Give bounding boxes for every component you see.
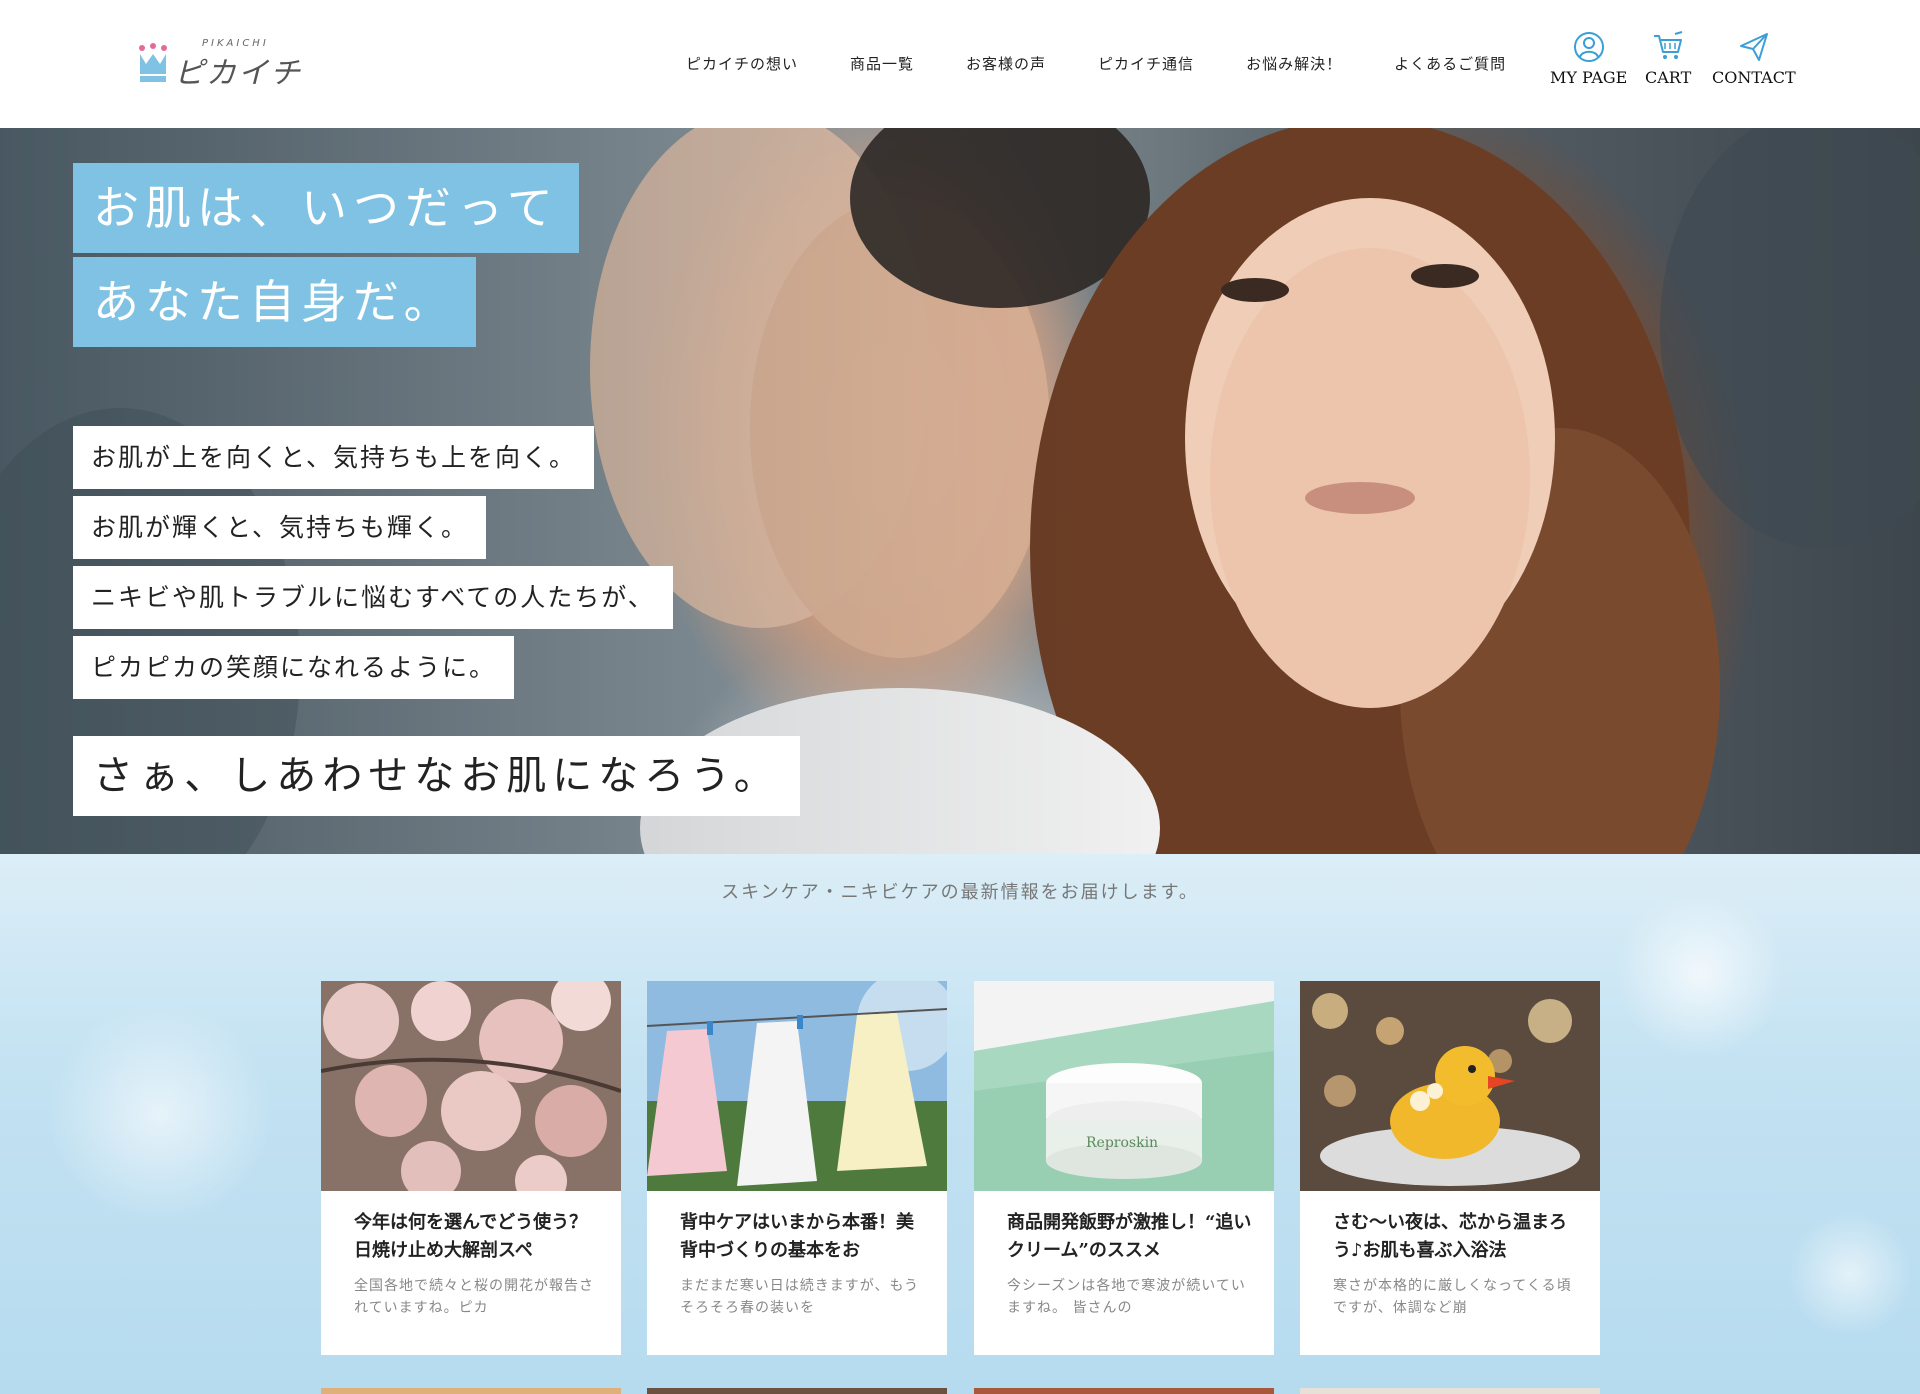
nav-item-faq[interactable]: よくあるご質問	[1394, 53, 1506, 74]
nav-item-news[interactable]: ピカイチ通信	[1098, 53, 1194, 74]
card-image-rubber-duck	[1300, 981, 1600, 1191]
logo-title: ピカイチ	[174, 56, 302, 91]
card-title: 背中ケアはいまから本番！美背中づくりの基本をお	[680, 1212, 914, 1261]
card-excerpt: 全国各地で続々と桜の開花が報告されていますね。ピカ	[354, 1278, 594, 1316]
cart-label: CART	[1645, 68, 1692, 87]
hero-banner: お肌は、いつだって あなた自身だ。 お肌が上を向くと、気持ちも上を向く。 お肌が…	[0, 128, 1920, 854]
crown-icon	[136, 42, 170, 88]
contact-label: CONTACT	[1712, 68, 1796, 87]
news-section: スキンケア・ニキビケアの最新情報をお届けします。 今年は何を選んでどう使う？日焼…	[0, 854, 1920, 1394]
cream-jar-label: Reproskin	[1086, 1135, 1158, 1151]
nav-item-philosophy[interactable]: ピカイチの想い	[686, 53, 798, 74]
nav-item-voices[interactable]: お客様の声	[966, 53, 1046, 74]
mypage-label: MY PAGE	[1550, 68, 1628, 87]
hero-copy-line1: お肌が上を向くと、気持ちも上を向く。	[73, 426, 595, 489]
next-row-card-peek	[1300, 1388, 1600, 1394]
user-icon	[1573, 32, 1604, 62]
next-row-card-peek	[321, 1388, 621, 1394]
hero-headline-line1: お肌は、いつだって	[73, 163, 579, 253]
card-excerpt: 今シーズンは各地で寒波が続いていますね。 皆さんの	[1007, 1278, 1246, 1316]
hero-copy-line4: ピカピカの笑顔になれるように。	[73, 636, 515, 699]
card-image-cream-jar: Reproskin	[974, 981, 1274, 1191]
main-nav: ピカイチの想い 商品一覧 お客様の声 ピカイチ通信 お悩み解決！ よくあるご質問	[686, 48, 1506, 78]
card-title: 今年は何を選んでどう使う？日焼け止め大解剖スペ	[354, 1212, 588, 1261]
card-image-dresses	[647, 981, 947, 1191]
news-card-back-care[interactable]: 背中ケアはいまから本番！美背中づくりの基本をお まだまだ寒い日は続きますが、もう…	[647, 981, 947, 1355]
mypage-link[interactable]: MY PAGE	[1550, 30, 1627, 100]
news-card-bath[interactable]: さむ～い夜は、芯から温まろう♪お肌も喜ぶ入浴法 寒さが本格的に厳しくなってくる頃…	[1300, 981, 1600, 1355]
news-card-cream[interactable]: Reproskin 商品開発飯野が激推し！“追いクリーム”のススメ 今シーズンは…	[974, 981, 1274, 1355]
site-header: PIKAICHI ピカイチ ピカイチの想い 商品一覧 お客様の声 ピカイチ通信 …	[0, 0, 1920, 128]
card-excerpt: 寒さが本格的に厳しくなってくる頃ですが、体調など崩	[1333, 1278, 1572, 1316]
hero-copy-line3: ニキビや肌トラブルに悩むすべての人たちが、	[73, 566, 673, 629]
hero-cta-text: さぁ、しあわせなお肌になろう。	[73, 736, 800, 816]
nav-item-solutions[interactable]: お悩み解決！	[1246, 53, 1342, 74]
card-title: さむ～い夜は、芯から温まろう♪お肌も喜ぶ入浴法	[1333, 1212, 1567, 1261]
site-logo[interactable]: PIKAICHI ピカイチ	[136, 36, 306, 91]
card-excerpt: まだまだ寒い日は続きますが、もうそろそろ春の装いを	[680, 1278, 920, 1316]
contact-link[interactable]: CONTACT	[1712, 30, 1796, 100]
cart-icon	[1654, 31, 1683, 59]
news-lead-text: スキンケア・ニキビケアの最新情報をお届けします。	[721, 882, 1199, 903]
hero-copy-line2: お肌が輝くと、気持ちも輝く。	[73, 496, 487, 559]
hero-headline-line2: あなた自身だ。	[73, 257, 476, 347]
next-row-card-peek	[647, 1388, 947, 1394]
paper-plane-icon	[1739, 33, 1768, 61]
card-image-sakura	[321, 981, 621, 1191]
news-card-sunscreen[interactable]: 今年は何を選んでどう使う？日焼け止め大解剖スペ 全国各地で続々と桜の開花が報告さ…	[321, 981, 621, 1355]
next-row-card-peek	[974, 1388, 1274, 1394]
card-title: 商品開発飯野が激推し！“追いクリーム”のススメ	[1007, 1212, 1252, 1261]
nav-item-products[interactable]: 商品一覧	[850, 53, 914, 74]
cart-link[interactable]: CART	[1645, 30, 1691, 100]
